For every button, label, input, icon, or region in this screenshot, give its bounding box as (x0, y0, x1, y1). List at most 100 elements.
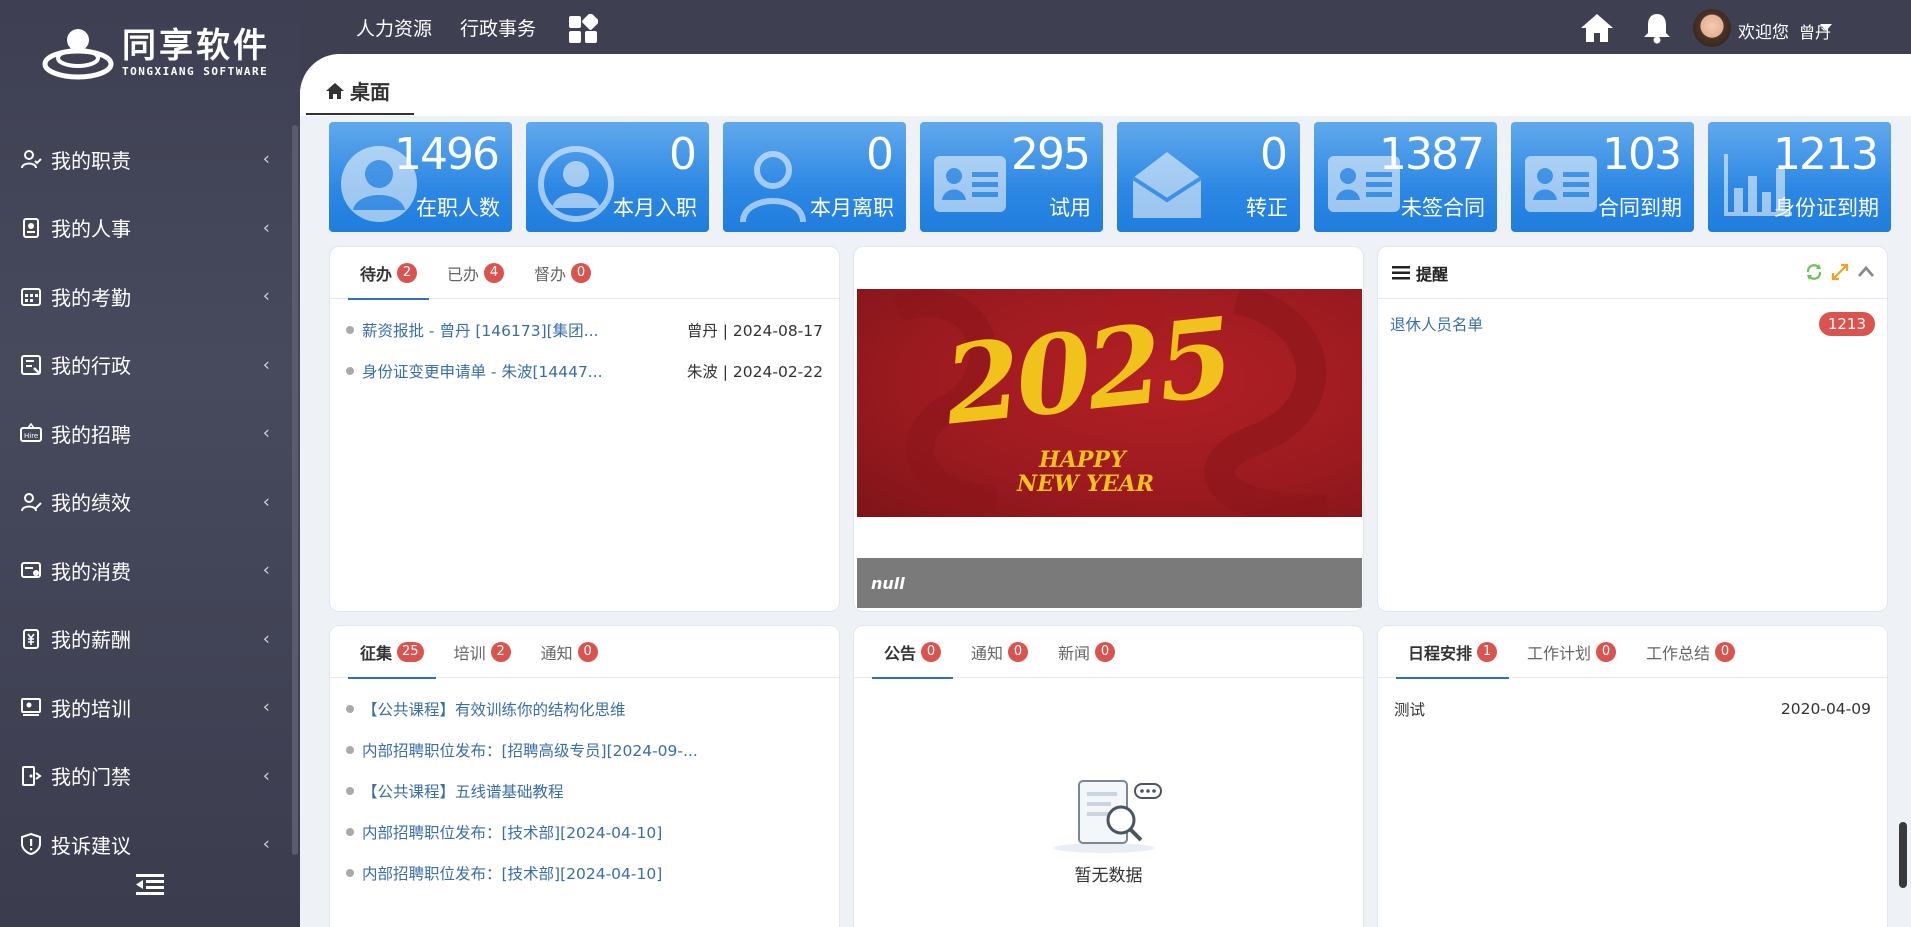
schedule-tab-3[interactable]: 工作总结 0 (1646, 626, 1736, 678)
consume-icon (20, 559, 42, 581)
notice-tab-2[interactable]: 通知 0 (971, 626, 1029, 678)
sidebar-item-6[interactable]: 我的绩效 ‹ (0, 468, 290, 537)
schedule-tab-2[interactable]: 工作计划 0 (1527, 626, 1617, 678)
sidebar-item-3[interactable]: 我的考勤 ‹ (0, 262, 290, 331)
collect-title-link[interactable]: 【公共课程】五线谱基础教程 (362, 780, 823, 802)
id-card-icon (934, 156, 1006, 212)
stat-value: 1387 (1379, 129, 1485, 180)
tab-label: 工作计划 (1527, 644, 1592, 663)
sidebar-item-4[interactable]: 我的行政 ‹ (0, 331, 290, 400)
stat-card[interactable]: 1496 在职人数 (329, 122, 512, 232)
list-item[interactable]: 退休人员名单 1213 (1378, 303, 1887, 344)
sidebar-item-9[interactable]: 我的培训 ‹ (0, 673, 290, 742)
sidebar-item-5[interactable]: Hire 我的招聘 ‹ (0, 399, 290, 468)
collect-title-link[interactable]: 内部招聘职位发布：[技术部][2024-04-10] (362, 862, 823, 884)
nav-admin-affairs[interactable]: 行政事务 (460, 14, 536, 41)
sidebar-item-2[interactable]: 我的人事 ‹ (0, 194, 290, 263)
home-icon[interactable] (1580, 13, 1614, 43)
list-item[interactable]: 【公共课程】五线谱基础教程 (330, 770, 839, 811)
stat-card[interactable]: 103 合同到期 (1511, 122, 1694, 232)
sidebar-item-8[interactable]: 我的薪酬 ‹ (0, 605, 290, 674)
tab-desktop[interactable]: 桌面 (326, 76, 390, 105)
notice-tab-3[interactable]: 新闻 0 (1058, 626, 1116, 678)
stat-card[interactable]: 0 本月离职 (723, 122, 906, 232)
user-menu-caret-icon[interactable] (1820, 24, 1832, 31)
logo-mark-icon (42, 24, 114, 80)
stat-card[interactable]: 0 转正 (1117, 122, 1300, 232)
todo-tab-3[interactable]: 督办 0 (534, 247, 592, 299)
count-badge: 0 (1095, 642, 1116, 662)
sidebar-item-7[interactable]: 我的消费 ‹ (0, 536, 290, 605)
collapse-sidebar-icon[interactable] (136, 874, 164, 896)
list-item[interactable]: 身份证变更申请单 - 朱波[14447... 朱波 | 2024-02-22 (330, 350, 839, 391)
tab-label: 已办 (447, 265, 480, 284)
tab-label: 通知 (971, 644, 1004, 663)
sidebar-item-label: 我的培训 (51, 696, 131, 721)
chevron-left-icon: ‹ (262, 422, 270, 444)
svg-text:Hire: Hire (24, 432, 38, 440)
chevron-left-icon: ‹ (262, 559, 270, 581)
stat-card[interactable]: 1213 身份证到期 (1708, 122, 1891, 232)
avatar[interactable] (1693, 9, 1731, 47)
list-item[interactable]: 内部招聘职位发布：[招聘高级专员][2024-09-... (330, 729, 839, 770)
schedule-list: 测试 2020-04-09 (1378, 678, 1887, 729)
apps-grid-icon[interactable] (568, 13, 599, 44)
bell-icon[interactable] (1642, 12, 1672, 44)
stat-label: 合同到期 (1598, 196, 1682, 220)
chevron-left-icon: ‹ (262, 696, 270, 718)
tab-label: 待办 (360, 265, 393, 284)
stat-label: 在职人数 (416, 196, 500, 220)
banner-sub1: HAPPY (1039, 447, 1126, 473)
collect-title-link[interactable]: 【公共课程】有效训练你的结构化思维 (362, 698, 823, 720)
sidebar-item-10[interactable]: 我的门禁 ‹ (0, 742, 290, 811)
sidebar-item-label: 投诉建议 (51, 833, 131, 858)
stat-value: 1213 (1773, 129, 1879, 180)
new-year-banner[interactable]: 2025 HAPPY NEW YEAR (857, 289, 1362, 517)
sidebar-item-label: 我的门禁 (51, 765, 131, 790)
remind-link[interactable]: 退休人员名单 (1390, 313, 1814, 335)
list-item[interactable]: 内部招聘职位发布：[技术部][2024-04-10] (330, 811, 839, 852)
count-badge: 25 (397, 642, 424, 662)
tab-label: 征集 (360, 644, 393, 663)
expand-icon[interactable] (1831, 263, 1849, 281)
notice-tab-1[interactable]: 公告 0 (871, 626, 954, 679)
list-item[interactable]: 薪资报批 - 曾丹 [146173][集团... 曾丹 | 2024-08-17 (330, 309, 839, 350)
person-outline-icon (740, 151, 806, 223)
todo-title-link[interactable]: 身份证变更申请单 - 朱波[14447... (362, 360, 687, 382)
remind-list: 退休人员名单 1213 (1378, 303, 1887, 344)
chevron-left-icon: ‹ (262, 217, 270, 239)
todo-tab-2[interactable]: 已办 4 (447, 247, 505, 299)
collect-tab-3[interactable]: 通知 0 (541, 626, 598, 678)
collapse-up-icon[interactable] (1857, 263, 1875, 281)
chevron-left-icon: ‹ (262, 765, 270, 787)
chevron-left-icon: ‹ (262, 148, 270, 170)
bullet-icon (346, 786, 354, 795)
sidebar-scrollbar[interactable] (292, 125, 298, 855)
count-badge: 0 (1596, 642, 1617, 662)
sidebar-item-1[interactable]: 我的职责 ‹ (0, 125, 290, 194)
nav-hr[interactable]: 人力资源 (356, 14, 432, 41)
performance-icon (20, 491, 42, 513)
main-scrollbar[interactable] (1899, 822, 1907, 888)
sidebar-item-11[interactable]: 投诉建议 ‹ (0, 810, 290, 879)
welcome-text[interactable]: 欢迎您 曾丹 (1738, 18, 1831, 43)
todo-title-link[interactable]: 薪资报批 - 曾丹 [146173][集团... (362, 319, 687, 341)
schedule-date: 2020-04-09 (1780, 699, 1871, 718)
stat-label: 身份证到期 (1774, 196, 1879, 220)
collect-tab-1[interactable]: 征集 25 (348, 626, 436, 679)
todo-tab-1[interactable]: 待办 2 (347, 247, 430, 300)
stat-card[interactable]: 1387 未签合同 (1314, 122, 1497, 232)
bullet-icon (346, 868, 354, 877)
stat-card[interactable]: 295 试用 (920, 122, 1103, 232)
refresh-icon[interactable] (1805, 263, 1823, 281)
notice-tabs: 公告 0 通知 0 新闻 0 (854, 626, 1363, 679)
collect-title-link[interactable]: 内部招聘职位发布：[技术部][2024-04-10] (362, 821, 823, 843)
collect-title-link[interactable]: 内部招聘职位发布：[招聘高级专员][2024-09-... (362, 739, 823, 761)
collect-tab-2[interactable]: 培训 2 (454, 626, 511, 678)
list-item[interactable]: 内部招聘职位发布：[技术部][2024-04-10] (330, 852, 839, 893)
stat-card[interactable]: 0 本月入职 (526, 122, 709, 232)
list-item[interactable]: 测试 2020-04-09 (1378, 688, 1887, 729)
list-item[interactable]: 【公共课程】有效训练你的结构化思维 (330, 688, 839, 729)
schedule-title[interactable]: 测试 (1394, 698, 1781, 720)
schedule-tab-1[interactable]: 日程安排 1 (1395, 626, 1510, 679)
